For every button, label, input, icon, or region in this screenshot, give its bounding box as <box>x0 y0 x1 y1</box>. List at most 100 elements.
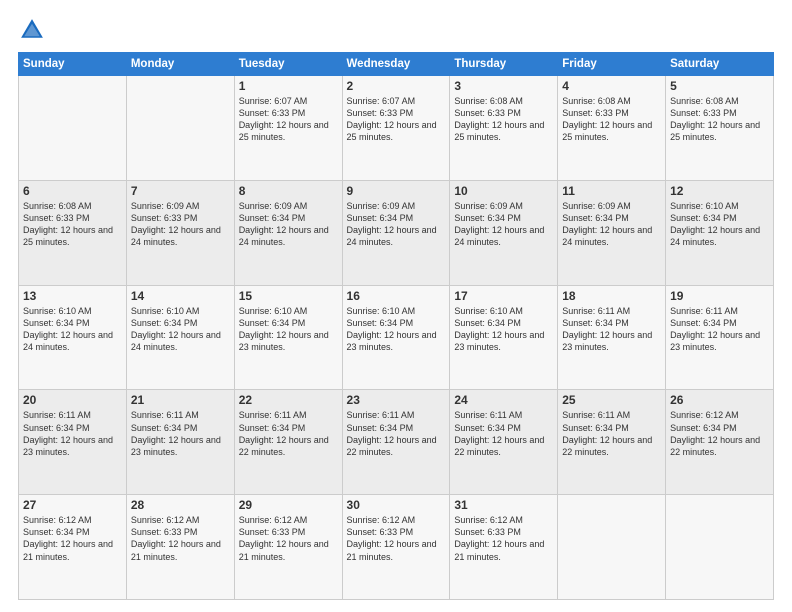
day-info: Sunrise: 6:10 AM Sunset: 6:34 PM Dayligh… <box>239 305 338 354</box>
day-number: 11 <box>562 184 661 198</box>
calendar-cell: 30 Sunrise: 6:12 AM Sunset: 6:33 PM Dayli… <box>342 495 450 600</box>
weekday-header-thursday: Thursday <box>450 53 558 76</box>
calendar-cell: 28 Sunrise: 6:12 AM Sunset: 6:33 PM Dayli… <box>126 495 234 600</box>
day-info: Sunrise: 6:12 AM Sunset: 6:33 PM Dayligh… <box>131 514 230 563</box>
calendar-cell: 25 Sunrise: 6:11 AM Sunset: 6:34 PM Dayli… <box>558 390 666 495</box>
calendar-week-2: 6 Sunrise: 6:08 AM Sunset: 6:33 PM Daylig… <box>19 180 774 285</box>
page: SundayMondayTuesdayWednesdayThursdayFrid… <box>0 0 792 612</box>
day-info: Sunrise: 6:11 AM Sunset: 6:34 PM Dayligh… <box>131 409 230 458</box>
day-number: 9 <box>347 184 446 198</box>
top-section <box>18 16 774 44</box>
calendar-cell: 2 Sunrise: 6:07 AM Sunset: 6:33 PM Daylig… <box>342 76 450 181</box>
calendar-cell <box>558 495 666 600</box>
day-info: Sunrise: 6:10 AM Sunset: 6:34 PM Dayligh… <box>347 305 446 354</box>
day-number: 22 <box>239 393 338 407</box>
day-number: 1 <box>239 79 338 93</box>
weekday-header-saturday: Saturday <box>666 53 774 76</box>
day-info: Sunrise: 6:11 AM Sunset: 6:34 PM Dayligh… <box>562 305 661 354</box>
day-info: Sunrise: 6:09 AM Sunset: 6:34 PM Dayligh… <box>239 200 338 249</box>
calendar-week-5: 27 Sunrise: 6:12 AM Sunset: 6:34 PM Dayli… <box>19 495 774 600</box>
day-info: Sunrise: 6:11 AM Sunset: 6:34 PM Dayligh… <box>562 409 661 458</box>
day-info: Sunrise: 6:11 AM Sunset: 6:34 PM Dayligh… <box>670 305 769 354</box>
calendar-cell: 24Sunrise: 6:11 AM Sunset: 6:34 PM Dayli… <box>450 390 558 495</box>
calendar-cell: 12Sunrise: 6:10 AM Sunset: 6:34 PM Dayli… <box>666 180 774 285</box>
day-info: Sunrise: 6:10 AM Sunset: 6:34 PM Dayligh… <box>454 305 553 354</box>
day-number: 2 <box>347 79 446 93</box>
day-info: Sunrise: 6:09 AM Sunset: 6:33 PM Dayligh… <box>131 200 230 249</box>
day-info: Sunrise: 6:09 AM Sunset: 6:34 PM Dayligh… <box>347 200 446 249</box>
day-info: Sunrise: 6:11 AM Sunset: 6:34 PM Dayligh… <box>454 409 553 458</box>
calendar-cell: 9 Sunrise: 6:09 AM Sunset: 6:34 PM Daylig… <box>342 180 450 285</box>
calendar-cell: 17 Sunrise: 6:10 AM Sunset: 6:34 PM Dayli… <box>450 285 558 390</box>
calendar-cell: 13Sunrise: 6:10 AM Sunset: 6:34 PM Dayli… <box>19 285 127 390</box>
calendar-cell: 23 Sunrise: 6:11 AM Sunset: 6:34 PM Dayli… <box>342 390 450 495</box>
calendar-cell: 22 Sunrise: 6:11 AM Sunset: 6:34 PM Dayli… <box>234 390 342 495</box>
day-info: Sunrise: 6:12 AM Sunset: 6:33 PM Dayligh… <box>239 514 338 563</box>
day-info: Sunrise: 6:07 AM Sunset: 6:33 PM Dayligh… <box>347 95 446 144</box>
day-number: 15 <box>239 289 338 303</box>
calendar-cell: 15 Sunrise: 6:10 AM Sunset: 6:34 PM Dayli… <box>234 285 342 390</box>
day-number: 7 <box>131 184 230 198</box>
day-number: 18 <box>562 289 661 303</box>
calendar-cell <box>126 76 234 181</box>
generalblue-logo-icon <box>18 16 46 44</box>
weekday-header-wednesday: Wednesday <box>342 53 450 76</box>
calendar-week-3: 13 Sunrise: 6:10 AM Sunset: 6:34 PM Dayli… <box>19 285 774 390</box>
calendar-week-4: 20Sunrise: 6:11 AM Sunset: 6:34 PM Dayli… <box>19 390 774 495</box>
day-number: 30 <box>347 498 446 512</box>
day-number: 3 <box>454 79 553 93</box>
day-number: 17 <box>454 289 553 303</box>
calendar-cell: 7 Sunrise: 6:09 AM Sunset: 6:33 PM Daylig… <box>126 180 234 285</box>
calendar-header: SundayMondayTuesdayWednesdayThursdayFrid… <box>19 53 774 76</box>
weekday-header-friday: Friday <box>558 53 666 76</box>
calendar-cell: 16Sunrise: 6:10 AM Sunset: 6:34 PM Dayli… <box>342 285 450 390</box>
day-info: Sunrise: 6:07 AM Sunset: 6:33 PM Dayligh… <box>239 95 338 144</box>
day-number: 29 <box>239 498 338 512</box>
day-info: Sunrise: 6:12 AM Sunset: 6:34 PM Dayligh… <box>23 514 122 563</box>
day-info: Sunrise: 6:12 AM Sunset: 6:34 PM Dayligh… <box>670 409 769 458</box>
day-info: Sunrise: 6:09 AM Sunset: 6:34 PM Dayligh… <box>454 200 553 249</box>
calendar-cell: 21 Sunrise: 6:11 AM Sunset: 6:34 PM Dayli… <box>126 390 234 495</box>
calendar-cell: 1 Sunrise: 6:07 AM Sunset: 6:33 PM Daylig… <box>234 76 342 181</box>
day-info: Sunrise: 6:08 AM Sunset: 6:33 PM Dayligh… <box>23 200 122 249</box>
day-number: 21 <box>131 393 230 407</box>
calendar-cell: 8 Sunrise: 6:09 AM Sunset: 6:34 PM Daylig… <box>234 180 342 285</box>
calendar-cell: 14 Sunrise: 6:10 AM Sunset: 6:34 PM Dayli… <box>126 285 234 390</box>
day-number: 23 <box>347 393 446 407</box>
day-info: Sunrise: 6:12 AM Sunset: 6:33 PM Dayligh… <box>454 514 553 563</box>
day-number: 28 <box>131 498 230 512</box>
calendar-week-1: 1 Sunrise: 6:07 AM Sunset: 6:33 PM Daylig… <box>19 76 774 181</box>
day-number: 27 <box>23 498 122 512</box>
day-info: Sunrise: 6:11 AM Sunset: 6:34 PM Dayligh… <box>23 409 122 458</box>
calendar-cell: 4Sunrise: 6:08 AM Sunset: 6:33 PM Daylig… <box>558 76 666 181</box>
calendar-cell: 11 Sunrise: 6:09 AM Sunset: 6:34 PM Dayli… <box>558 180 666 285</box>
day-number: 8 <box>239 184 338 198</box>
day-info: Sunrise: 6:09 AM Sunset: 6:34 PM Dayligh… <box>562 200 661 249</box>
calendar-cell: 10 Sunrise: 6:09 AM Sunset: 6:34 PM Dayli… <box>450 180 558 285</box>
day-info: Sunrise: 6:12 AM Sunset: 6:33 PM Dayligh… <box>347 514 446 563</box>
calendar-cell: 29 Sunrise: 6:12 AM Sunset: 6:33 PM Dayli… <box>234 495 342 600</box>
weekday-header-tuesday: Tuesday <box>234 53 342 76</box>
calendar-cell: 5Sunrise: 6:08 AM Sunset: 6:33 PM Daylig… <box>666 76 774 181</box>
day-number: 10 <box>454 184 553 198</box>
day-number: 26 <box>670 393 769 407</box>
day-info: Sunrise: 6:08 AM Sunset: 6:33 PM Dayligh… <box>562 95 661 144</box>
day-number: 13 <box>23 289 122 303</box>
weekday-header-monday: Monday <box>126 53 234 76</box>
calendar-table: SundayMondayTuesdayWednesdayThursdayFrid… <box>18 52 774 600</box>
calendar-cell: 26 Sunrise: 6:12 AM Sunset: 6:34 PM Dayli… <box>666 390 774 495</box>
day-info: Sunrise: 6:11 AM Sunset: 6:34 PM Dayligh… <box>347 409 446 458</box>
day-number: 6 <box>23 184 122 198</box>
calendar-cell: 27 Sunrise: 6:12 AM Sunset: 6:34 PM Dayli… <box>19 495 127 600</box>
calendar-cell <box>19 76 127 181</box>
day-number: 31 <box>454 498 553 512</box>
day-info: Sunrise: 6:11 AM Sunset: 6:34 PM Dayligh… <box>239 409 338 458</box>
weekday-header-sunday: Sunday <box>19 53 127 76</box>
day-number: 5 <box>670 79 769 93</box>
day-number: 25 <box>562 393 661 407</box>
day-number: 12 <box>670 184 769 198</box>
day-number: 14 <box>131 289 230 303</box>
calendar-cell: 3Sunrise: 6:08 AM Sunset: 6:33 PM Daylig… <box>450 76 558 181</box>
day-info: Sunrise: 6:10 AM Sunset: 6:34 PM Dayligh… <box>131 305 230 354</box>
logo <box>18 16 50 44</box>
